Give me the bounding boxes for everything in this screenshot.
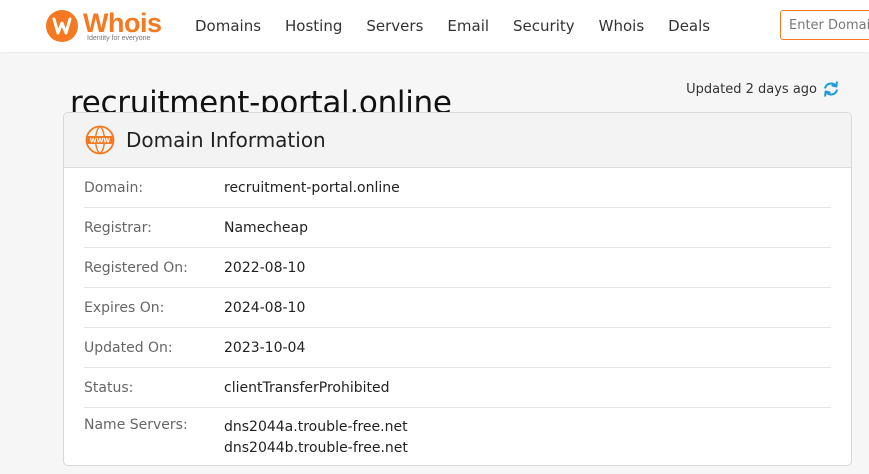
row-label: Registered On: xyxy=(84,259,188,276)
info-row-status: Status: clientTransferProhibited xyxy=(84,368,831,408)
row-value: recruitment-portal.online xyxy=(224,179,400,196)
nav-hosting[interactable]: Hosting xyxy=(285,17,342,35)
www-globe-icon: WWW xyxy=(85,125,115,155)
main-nav: Domains Hosting Servers Email Security W… xyxy=(195,0,734,52)
info-row-registrar: Registrar: Namecheap xyxy=(84,208,831,248)
row-label: Status: xyxy=(84,379,134,396)
row-value: clientTransferProhibited xyxy=(224,379,390,396)
name-server: dns2044b.trouble-free.net xyxy=(224,440,408,456)
card-header: WWW Domain Information xyxy=(64,113,851,168)
nav-whois[interactable]: Whois xyxy=(599,17,645,35)
row-label: Registrar: xyxy=(84,219,152,236)
refresh-icon[interactable] xyxy=(822,80,840,98)
row-value: Namecheap xyxy=(224,219,308,236)
info-row-domain: Domain: recruitment-portal.online xyxy=(84,168,831,208)
nav-domains[interactable]: Domains xyxy=(195,17,261,35)
name-servers-list: dns2044a.trouble-free.net dns2044b.troub… xyxy=(224,417,408,459)
info-row-updated-on: Updated On: 2023-10-04 xyxy=(84,328,831,368)
domain-information-card: WWW Domain Information Domain: recruitme… xyxy=(63,112,852,466)
info-row-registered-on: Registered On: 2022-08-10 xyxy=(84,248,831,288)
row-label: Name Servers: xyxy=(84,417,188,433)
svg-text:WWW: WWW xyxy=(90,138,111,145)
updated-text: Updated 2 days ago xyxy=(686,81,817,97)
nav-deals[interactable]: Deals xyxy=(668,17,710,35)
row-label: Domain: xyxy=(84,179,144,196)
whois-logo[interactable]: Whois Identity for everyone xyxy=(45,8,175,44)
updated-status: Updated 2 days ago xyxy=(686,80,840,98)
info-row-expires-on: Expires On: 2024-08-10 xyxy=(84,288,831,328)
nav-security[interactable]: Security xyxy=(513,17,575,35)
row-value: 2022-08-10 xyxy=(224,259,306,276)
nav-servers[interactable]: Servers xyxy=(366,17,423,35)
info-row-name-servers: Name Servers: dns2044a.trouble-free.net … xyxy=(84,408,831,459)
whois-logo-icon xyxy=(46,10,78,42)
row-label: Expires On: xyxy=(84,299,165,316)
name-server: dns2044a.trouble-free.net xyxy=(224,419,408,435)
row-value: 2023-10-04 xyxy=(224,339,306,356)
search-input[interactable] xyxy=(780,10,869,40)
row-label: Updated On: xyxy=(84,339,173,356)
nav-email[interactable]: Email xyxy=(447,17,489,35)
row-value: 2024-08-10 xyxy=(224,299,306,316)
top-navigation-bar: Whois Identity for everyone Domains Host… xyxy=(0,0,869,52)
domain-info-table: Domain: recruitment-portal.online Regist… xyxy=(64,168,851,459)
logo-tagline: Identity for everyone xyxy=(87,35,151,42)
card-title: Domain Information xyxy=(126,128,326,152)
